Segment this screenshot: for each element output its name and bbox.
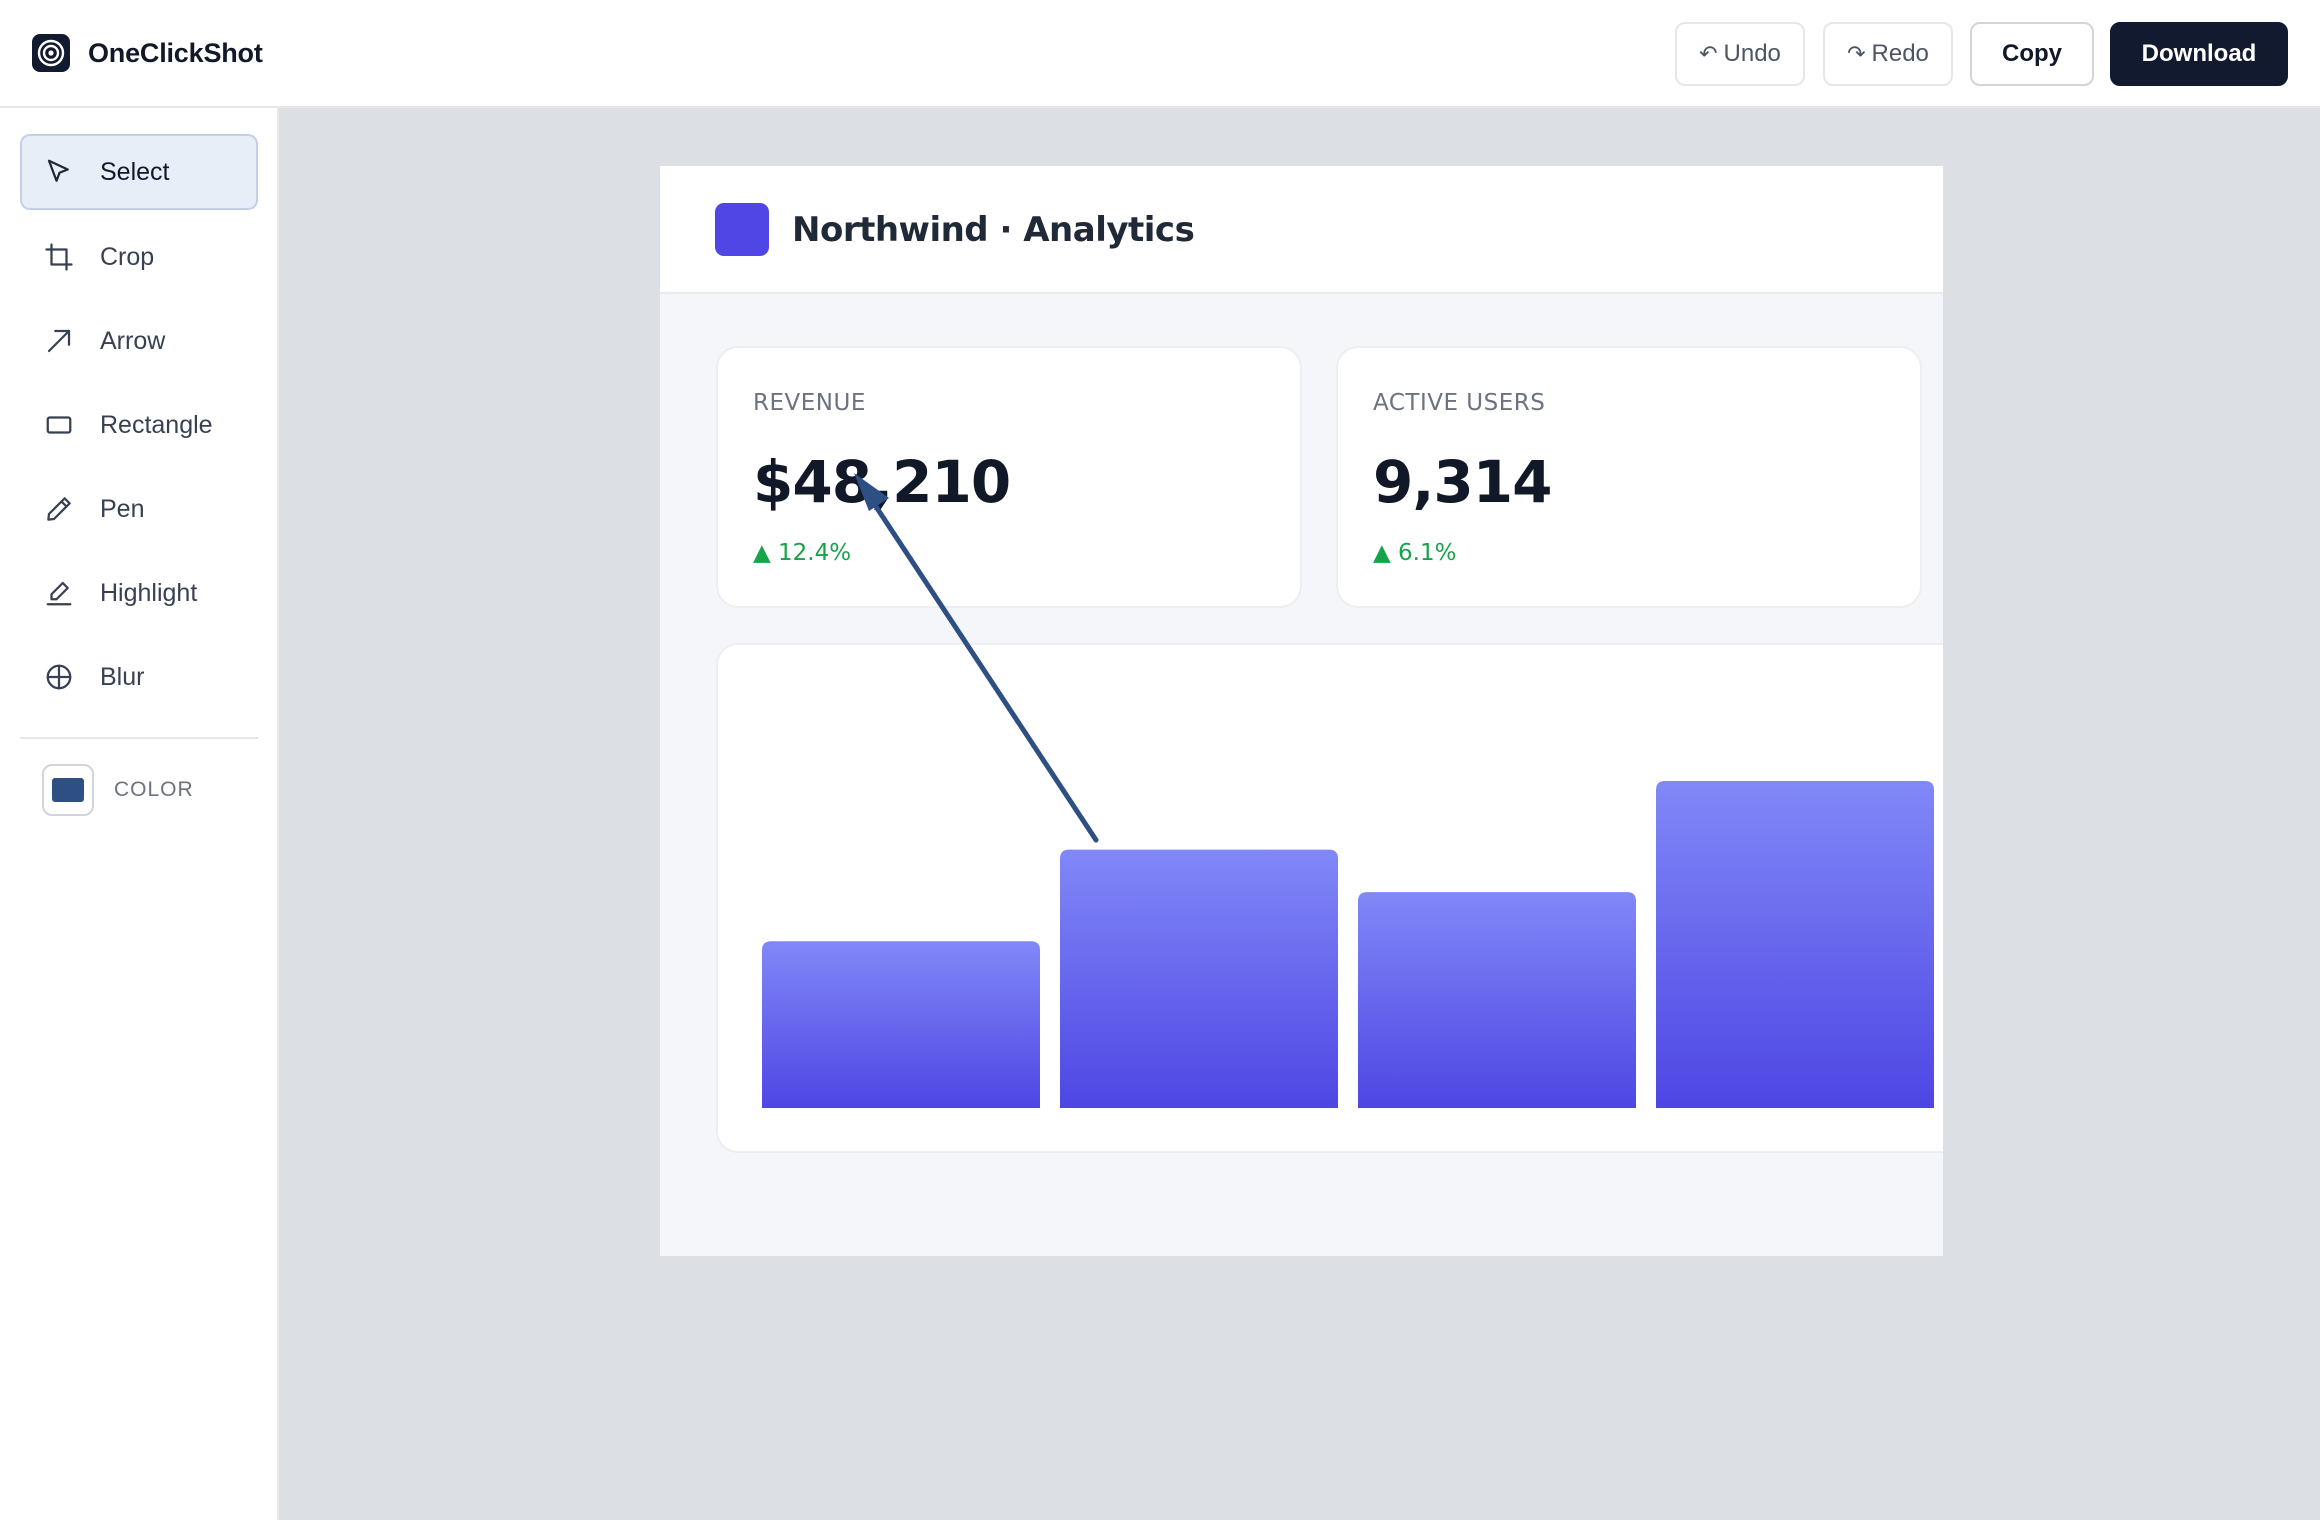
kpi-delta: ▲ 12.4%: [753, 540, 852, 566]
kpi-delta: ▲ 6.1%: [1373, 540, 1457, 566]
chart-card: [716, 643, 1943, 1153]
redo-label: Redo: [1871, 40, 1929, 67]
tool-pen-label: Pen: [100, 494, 145, 523]
tool-crop-label: Crop: [100, 242, 155, 271]
tool-blur[interactable]: Blur: [20, 639, 258, 715]
cursor-icon: [47, 159, 69, 182]
undo-icon: ↶: [1699, 41, 1718, 67]
aperture-icon: [32, 34, 70, 72]
tool-select[interactable]: Select: [20, 134, 258, 210]
kpi-card-active-users: ACTIVE USERS 9,314 ▲ 6.1%: [1336, 346, 1922, 608]
redo-button[interactable]: ↷ Redo: [1823, 22, 1953, 86]
kpi-label: ACTIVE USERS: [1373, 390, 1546, 416]
undo-button[interactable]: ↶ Undo: [1675, 22, 1805, 86]
screenshot-title: Northwind · Analytics: [792, 210, 1195, 250]
tool-rectangle[interactable]: Rectangle: [20, 387, 258, 463]
chart-bar: [762, 941, 1040, 1108]
tool-arrow[interactable]: Arrow: [20, 303, 258, 379]
chart-bar: [1656, 781, 1934, 1108]
rectangle-icon: [46, 416, 72, 434]
chart-bar: [1358, 892, 1636, 1108]
tool-crop[interactable]: Crop: [20, 219, 258, 295]
top-bar: OneClickShot ↶ Undo ↷ Redo Copy Download: [0, 0, 2320, 108]
undo-label: Undo: [1723, 40, 1781, 67]
app-name: OneClickShot: [88, 37, 263, 68]
copy-button[interactable]: Copy: [1970, 22, 2094, 86]
kpi-label: REVENUE: [753, 390, 866, 416]
tool-rectangle-label: Rectangle: [100, 410, 213, 439]
tool-blur-label: Blur: [100, 662, 145, 691]
arrow-icon: [47, 329, 71, 353]
bar-chart: [762, 781, 1934, 1108]
kpi-value: 9,314: [1373, 448, 1552, 516]
editor-canvas[interactable]: Northwind · Analytics REVENUE $48,210 ▲ …: [279, 108, 2320, 1520]
highlighter-icon: [46, 581, 72, 606]
color-picker: COLOR: [42, 764, 194, 816]
kpi-card-revenue: REVENUE $48,210 ▲ 12.4%: [716, 346, 1302, 608]
blur-icon: [46, 664, 72, 690]
captured-screenshot[interactable]: Northwind · Analytics REVENUE $48,210 ▲ …: [660, 166, 1943, 1256]
pen-icon: [47, 497, 71, 521]
kpi-value: $48,210: [753, 448, 1011, 516]
northwind-logo: [715, 203, 769, 256]
chart-bar: [1060, 849, 1338, 1108]
tool-highlight-label: Highlight: [100, 578, 198, 607]
redo-icon: ↷: [1847, 41, 1866, 67]
tool-select-label: Select: [100, 157, 170, 186]
tool-sidebar: Select Crop Arrow Rectangle Pen Highligh…: [0, 108, 279, 1520]
color-label: COLOR: [114, 778, 194, 801]
tool-pen[interactable]: Pen: [20, 471, 258, 547]
sidebar-divider: [20, 737, 258, 739]
color-swatch-button[interactable]: [42, 764, 94, 816]
color-swatch: [52, 778, 84, 802]
tool-highlight[interactable]: Highlight: [20, 555, 258, 631]
screenshot-header: Northwind · Analytics: [660, 166, 1943, 294]
brand: OneClickShot: [32, 34, 263, 72]
tool-arrow-label: Arrow: [100, 326, 166, 355]
download-button[interactable]: Download: [2110, 22, 2288, 86]
crop-icon: [45, 243, 73, 271]
